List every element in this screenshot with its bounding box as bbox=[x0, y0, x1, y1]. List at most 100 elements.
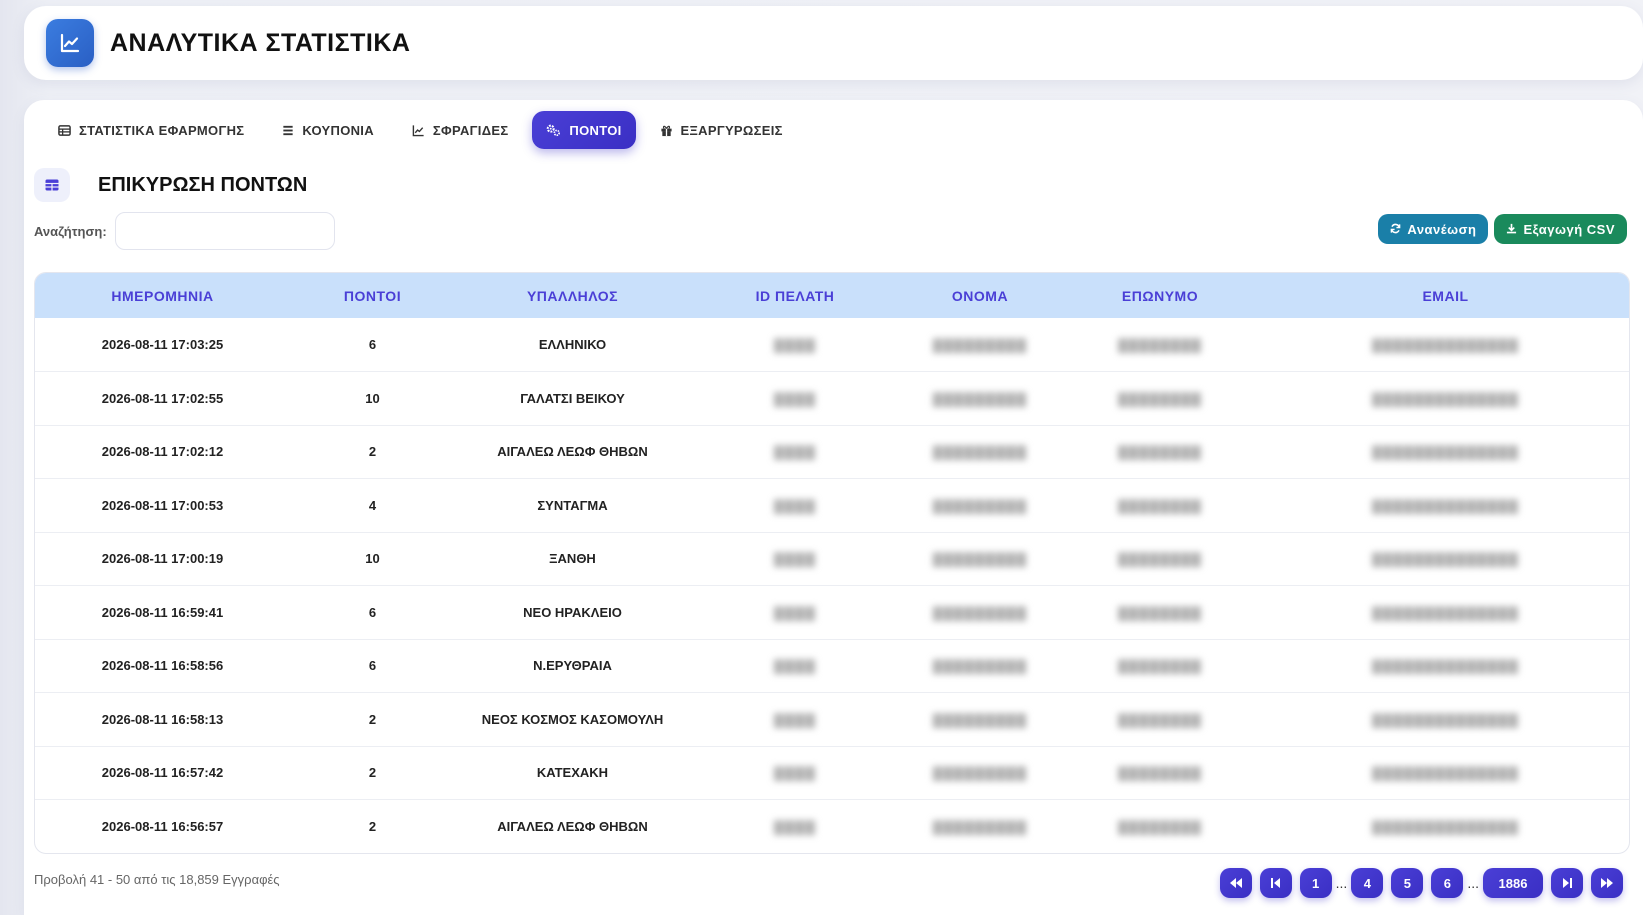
redacted-text: ▓▓▓▓▓▓▓▓ bbox=[1118, 711, 1202, 727]
column-header-employee[interactable]: ΥΠΑΛΛΗΛΟΣ bbox=[455, 273, 690, 318]
redacted-text: ▓▓▓▓▓▓▓▓▓ bbox=[932, 765, 1028, 781]
redacted-text: ▓▓▓▓▓▓▓▓ bbox=[1118, 604, 1202, 620]
cell-date: 2026-08-11 16:58:56 bbox=[101, 658, 224, 674]
redacted-text: ▓▓▓▓▓▓▓▓▓ bbox=[932, 337, 1028, 352]
tab-stamps[interactable]: ΣΦΡΑΓΙΔΕΣ bbox=[398, 111, 523, 149]
cell-points: 10 bbox=[365, 390, 380, 406]
cell-email-redacted: ▓▓▓▓▓▓▓▓▓▓▓▓▓▓ bbox=[1260, 693, 1629, 747]
page-button[interactable]: 5 bbox=[1391, 868, 1424, 898]
cell-date: 2026-08-11 16:59:41 bbox=[101, 604, 224, 620]
cell-date: 2026-08-11 17:03:25 bbox=[101, 337, 224, 352]
redacted-text: ▓▓▓▓ bbox=[774, 337, 816, 352]
column-header-date[interactable]: ΗΜΕΡΟΜΗΝΙΑ bbox=[35, 273, 290, 318]
cell-customer-id-redacted: ▓▓▓▓ bbox=[690, 372, 900, 426]
refresh-label: Ανανέωση bbox=[1407, 221, 1477, 237]
tab-points[interactable]: ΠΟΝΤΟΙ bbox=[532, 111, 636, 149]
redacted-text: ▓▓▓▓ bbox=[774, 604, 816, 620]
pagination: 1 ... 4 5 6 ... 1886 bbox=[1219, 868, 1623, 898]
cell-date: 2026-08-11 17:00:19 bbox=[101, 551, 224, 567]
prev-page-button[interactable] bbox=[1259, 868, 1292, 898]
cell-email-redacted: ▓▓▓▓▓▓▓▓▓▓▓▓▓▓ bbox=[1260, 532, 1629, 586]
table-row[interactable]: 2026-08-11 17:02:12 2 ΑΙΓΑΛΕΩ ΛΕΩΦ ΘΗΒΩΝ ▓▓… bbox=[35, 425, 1629, 479]
redacted-text: ▓▓▓▓▓▓▓▓▓ bbox=[932, 497, 1028, 513]
page-button[interactable]: 4 bbox=[1351, 868, 1384, 898]
page-button[interactable]: 1 bbox=[1299, 868, 1332, 898]
column-header-customer-id[interactable]: ID ΠΕΛΑΤΗ bbox=[690, 273, 900, 318]
tab-redemptions[interactable]: ΕΞΑΡΓΥΡΩΣΕΙΣ bbox=[646, 111, 797, 149]
table-row[interactable]: 2026-08-11 17:00:53 4 ΣΥΝΤΑΓΜΑ ▓▓▓▓ ▓▓▓▓▓▓▓▓… bbox=[35, 479, 1629, 533]
redacted-text: ▓▓▓▓ bbox=[774, 497, 816, 513]
cell-last-name-redacted: ▓▓▓▓▓▓▓▓ bbox=[1060, 586, 1260, 640]
table-list-icon bbox=[58, 124, 71, 137]
table-body: 2026-08-11 17:03:25 6 ΕΛΛΗΝΙΚΟ ▓▓▓▓ ▓▓▓▓▓▓▓▓… bbox=[35, 318, 1629, 854]
redacted-text: ▓▓▓▓▓▓▓▓▓▓▓▓▓▓ bbox=[1372, 604, 1519, 620]
redacted-text: ▓▓▓▓▓▓▓▓▓ bbox=[932, 711, 1028, 727]
cell-email-redacted: ▓▓▓▓▓▓▓▓▓▓▓▓▓▓ bbox=[1260, 318, 1629, 372]
double-left-icon bbox=[1229, 876, 1242, 891]
page-button[interactable]: 1886 bbox=[1483, 868, 1543, 898]
cell-first-name-redacted: ▓▓▓▓▓▓▓▓▓ bbox=[900, 800, 1060, 854]
cell-customer-id-redacted: ▓▓▓▓ bbox=[690, 532, 900, 586]
next-page-button[interactable] bbox=[1551, 868, 1583, 898]
table-row[interactable]: 2026-08-11 16:58:13 2 ΝΕΟΣ ΚΟΣΜΟΣ ΚΑΣΟΜΟΥΛ… bbox=[35, 693, 1629, 747]
cell-points: 2 bbox=[368, 711, 377, 727]
cell-date: 2026-08-11 17:02:12 bbox=[101, 444, 224, 460]
redacted-text: ▓▓▓▓▓▓▓▓ bbox=[1118, 337, 1202, 352]
table-row[interactable]: 2026-08-11 16:58:56 6 Ν.ΕΡΥΘΡΑΙΑ ▓▓▓▓ ▓▓▓▓▓▓… bbox=[35, 639, 1629, 693]
redacted-text: ▓▓▓▓▓▓▓▓▓ bbox=[932, 551, 1028, 567]
column-header-last-name[interactable]: ΕΠΩΝΥΜΟ bbox=[1060, 273, 1260, 318]
first-page-button[interactable] bbox=[1219, 868, 1252, 898]
table-row[interactable]: 2026-08-11 17:03:25 6 ΕΛΛΗΝΙΚΟ ▓▓▓▓ ▓▓▓▓▓▓▓▓… bbox=[35, 318, 1629, 372]
cell-first-name-redacted: ▓▓▓▓▓▓▓▓▓ bbox=[900, 586, 1060, 640]
tab-coupons[interactable]: ΚΟΥΠΟΝΙΑ bbox=[268, 111, 388, 149]
redacted-text: ▓▓▓▓▓▓▓▓▓▓▓▓▓▓ bbox=[1372, 551, 1519, 567]
search-bar: Αναζήτηση: bbox=[34, 212, 335, 250]
redacted-text: ▓▓▓▓▓▓▓▓▓▓▓▓▓▓ bbox=[1372, 444, 1519, 460]
last-page-button[interactable] bbox=[1591, 868, 1623, 898]
cell-points: 6 bbox=[368, 337, 377, 352]
table-header-row: ΗΜΕΡΟΜΗΝΙΑ ΠΟΝΤΟΙ ΥΠΑΛΛΗΛΟΣ ID ΠΕΛΑΤΗ ΟΝ… bbox=[35, 273, 1629, 318]
refresh-icon bbox=[1390, 222, 1401, 237]
redacted-text: ▓▓▓▓▓▓▓▓▓▓▓▓▓▓ bbox=[1372, 819, 1519, 834]
cell-last-name-redacted: ▓▓▓▓▓▓▓▓ bbox=[1060, 372, 1260, 426]
export-label: Εξαγωγή CSV bbox=[1523, 221, 1615, 237]
redacted-text: ▓▓▓▓▓▓▓▓ bbox=[1118, 551, 1202, 567]
redacted-text: ▓▓▓▓▓▓▓▓ bbox=[1118, 819, 1202, 834]
export-csv-button[interactable]: Εξαγωγή CSV bbox=[1494, 214, 1627, 244]
cell-email-redacted: ▓▓▓▓▓▓▓▓▓▓▓▓▓▓ bbox=[1260, 746, 1629, 800]
table-row[interactable]: 2026-08-11 17:02:55 10 ΓΑΛΑΤΣΙ ΒΕΙΚΟΥ ▓▓▓▓ ▓… bbox=[35, 372, 1629, 426]
cell-customer-id-redacted: ▓▓▓▓ bbox=[690, 746, 900, 800]
cell-first-name-redacted: ▓▓▓▓▓▓▓▓▓ bbox=[900, 532, 1060, 586]
cell-date: 2026-08-11 16:56:57 bbox=[101, 819, 224, 834]
column-header-email[interactable]: EMAIL bbox=[1260, 273, 1629, 318]
cell-email-redacted: ▓▓▓▓▓▓▓▓▓▓▓▓▓▓ bbox=[1260, 586, 1629, 640]
refresh-button[interactable]: Ανανέωση bbox=[1378, 214, 1489, 244]
cell-email-redacted: ▓▓▓▓▓▓▓▓▓▓▓▓▓▓ bbox=[1260, 800, 1629, 854]
cell-employee: ΓΑΛΑΤΣΙ ΒΕΙΚΟΥ bbox=[520, 390, 625, 406]
redacted-text: ▓▓▓▓ bbox=[774, 551, 816, 567]
pagination-ellipsis: ... bbox=[1335, 875, 1348, 891]
cell-email-redacted: ▓▓▓▓▓▓▓▓▓▓▓▓▓▓ bbox=[1260, 479, 1629, 533]
cell-customer-id-redacted: ▓▓▓▓ bbox=[690, 425, 900, 479]
table-row[interactable]: 2026-08-11 17:00:19 10 ΞΑΝΘΗ ▓▓▓▓ ▓▓▓▓▓▓▓▓▓ ▓… bbox=[35, 532, 1629, 586]
gears-icon bbox=[546, 124, 561, 137]
search-input[interactable] bbox=[114, 212, 335, 250]
cell-customer-id-redacted: ▓▓▓▓ bbox=[690, 693, 900, 747]
table-row[interactable]: 2026-08-11 16:59:41 6 ΝΕΟ ΗΡΑΚΛΕΙΟ ▓▓▓▓ ▓▓▓▓… bbox=[35, 586, 1629, 640]
column-header-first-name[interactable]: ΟΝΟΜΑ bbox=[900, 273, 1060, 318]
tab-label: ΣΤΑΤΙΣΤΙΚΑ ΕΦΑΡΜΟΓΗΣ bbox=[79, 122, 245, 138]
table-row[interactable]: 2026-08-11 16:56:57 2 ΑΙΓΑΛΕΩ ΛΕΩΦ ΘΗΒΩΝ ▓▓… bbox=[35, 800, 1629, 854]
cell-employee: ΑΙΓΑΛΕΩ ΛΕΩΦ ΘΗΒΩΝ bbox=[497, 444, 648, 460]
table-actions: Ανανέωση Εξαγωγή CSV bbox=[1378, 214, 1627, 244]
table-row[interactable]: 2026-08-11 16:57:42 2 ΚΑΤΕΧΑΚΗ ▓▓▓▓ ▓▓▓▓▓▓▓▓… bbox=[35, 746, 1629, 800]
cell-last-name-redacted: ▓▓▓▓▓▓▓▓ bbox=[1060, 800, 1260, 854]
tab-label: ΠΟΝΤΟΙ bbox=[569, 122, 622, 138]
page-button[interactable]: 6 bbox=[1431, 868, 1464, 898]
cell-date: 2026-08-11 16:58:13 bbox=[101, 711, 224, 727]
column-header-points[interactable]: ΠΟΝΤΟΙ bbox=[290, 273, 455, 318]
records-info: Προβολή 41 - 50 από τις 18,859 Εγγραφές bbox=[34, 872, 280, 887]
tab-app-stats[interactable]: ΣΤΑΤΙΣΤΙΚΑ ΕΦΑΡΜΟΓΗΣ bbox=[44, 111, 258, 149]
step-back-icon bbox=[1271, 876, 1281, 891]
redacted-text: ▓▓▓▓▓▓▓▓ bbox=[1118, 658, 1202, 674]
app-header: ΑΝΑΛΥΤΙΚΑ ΣΤΑΤΙΣΤΙΚΑ bbox=[24, 6, 1643, 80]
